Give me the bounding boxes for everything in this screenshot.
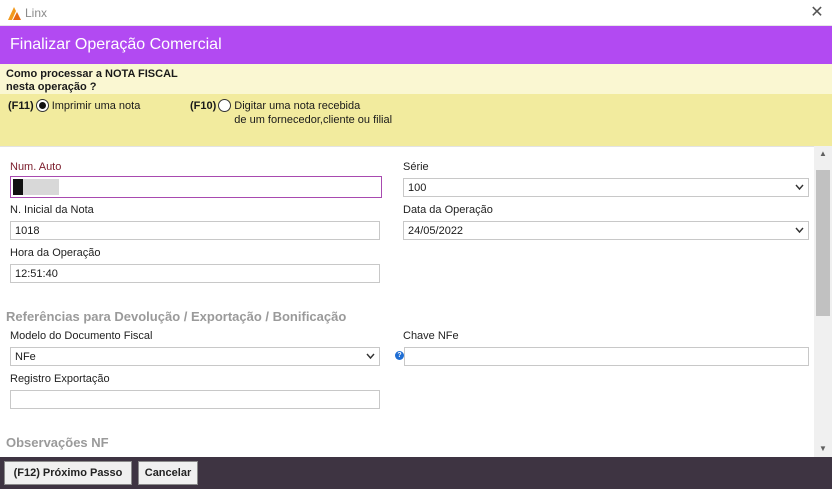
serie-value: 100 [408,182,427,194]
section-referencias-heading: Referências para Devolução / Exportação … [6,309,347,324]
text-cursor [13,179,23,195]
n-inicial-value: 1018 [15,225,40,237]
option-print-note-label: Imprimir uma nota [51,100,141,112]
data-operacao-value: 24/05/2022 [408,225,464,237]
form-area: Num. Auto Série 100 N. Inicial da Nota 1… [0,146,814,457]
chave-nfe-field[interactable] [404,347,809,366]
registro-exportacao-field[interactable] [10,390,380,409]
dialog-title: Finalizar Operação Comercial [10,36,222,53]
option-print-note-shortcut: (F11) [8,100,34,112]
section-observacoes-heading: Observações NF [6,435,109,450]
modelo-documento-label: Modelo do Documento Fiscal [10,330,153,342]
option-enter-received-note-label: Digitar uma nota recebida de um forneced… [234,99,392,127]
option-enter-received-note[interactable]: (F10) Digitar uma nota recebida de um fo… [190,99,392,127]
window-title: Linx [25,6,48,20]
chave-nfe-label: Chave NFe [403,330,459,342]
radio-enter-received-note[interactable] [218,99,232,112]
option-enter-received-note-line2: de um fornecedor,cliente ou filial [234,114,393,126]
n-inicial-field[interactable]: 1018 [10,221,380,240]
chevron-down-icon [795,184,804,191]
data-operacao-label: Data da Operação [403,204,493,216]
serie-select[interactable]: 100 [403,178,809,197]
linx-logo-icon [8,7,21,20]
prompt-panel: Como processar a NOTA FISCAL nesta opera… [0,64,832,94]
num-auto-field[interactable] [10,176,382,198]
hora-operacao-label: Hora da Operação [10,247,101,259]
help-icon[interactable]: ? [395,351,404,360]
chevron-down-icon [366,353,375,360]
dialog-header: Finalizar Operação Comercial [0,26,832,64]
option-enter-received-note-line1: Digitar uma nota recebida [234,100,361,112]
form-scrollbar[interactable]: ▲ ▼ [814,146,832,457]
chevron-down-icon [795,227,804,234]
scroll-up-icon[interactable]: ▲ [814,146,832,162]
data-operacao-select[interactable]: 24/05/2022 [403,221,809,240]
modelo-documento-select[interactable]: NFe [10,347,380,366]
close-button[interactable]: ✕ [802,0,832,26]
num-auto-label: Num. Auto [10,161,62,173]
hora-operacao-field[interactable]: 12:51:40 [10,264,380,283]
radio-print-note[interactable] [35,99,49,112]
options-panel: (F11) Imprimir uma nota (F10) Digitar um… [0,94,832,146]
option-enter-received-note-shortcut: (F10) [190,100,217,112]
scroll-down-icon[interactable]: ▼ [814,441,832,457]
prompt-question: Como processar a NOTA FISCAL nesta opera… [6,68,178,93]
registro-exportacao-label: Registro Exportação [10,373,110,385]
next-step-button[interactable]: (F12) Próximo Passo [4,461,132,485]
option-print-note[interactable]: (F11) Imprimir uma nota [8,99,140,113]
window-titlebar: Linx ✕ [0,0,832,26]
modelo-documento-value: NFe [15,351,36,363]
serie-label: Série [403,161,429,173]
scroll-thumb[interactable] [816,170,830,316]
hora-operacao-value: 12:51:40 [15,268,58,280]
n-inicial-label: N. Inicial da Nota [10,204,94,216]
dialog-footer: (F12) Próximo Passo Cancelar [0,457,832,489]
cancel-button[interactable]: Cancelar [138,461,198,485]
